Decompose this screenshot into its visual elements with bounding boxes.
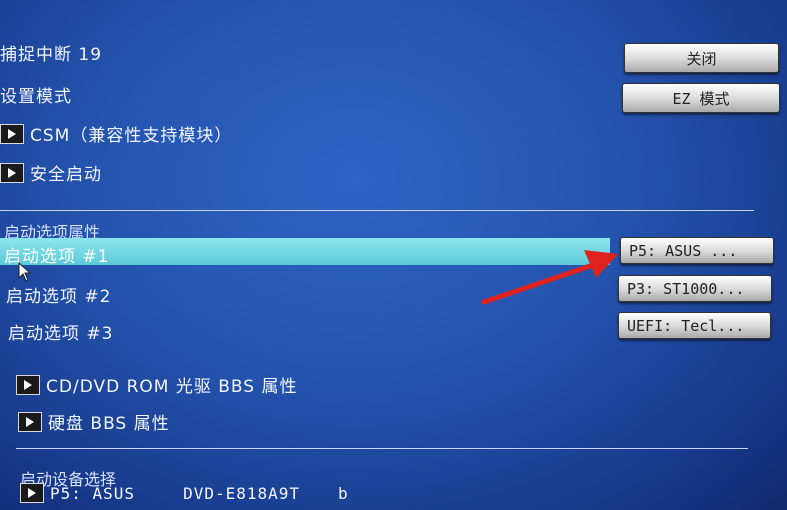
boot-option-1-select[interactable]: P5: ASUS ...: [620, 237, 774, 264]
secure-boot-submenu[interactable]: 安全启动: [0, 160, 102, 185]
boot-option-2-label[interactable]: 启动选项 #2: [6, 282, 111, 307]
boot-option-2-select[interactable]: P3: ST1000...: [618, 275, 772, 302]
submenu-arrow-icon: [16, 374, 40, 395]
boot-device-item[interactable]: P5: ASUS DVD-E818A9T b: [20, 483, 349, 503]
hdd-bbs-label: 硬盘 BBS 属性: [48, 414, 170, 434]
submenu-arrow-icon: [0, 123, 24, 144]
red-arrow-icon: [481, 250, 618, 305]
csm-submenu[interactable]: CSM（兼容性支持模块）: [0, 121, 232, 146]
divider: [16, 448, 748, 449]
hdd-bbs-submenu[interactable]: 硬盘 BBS 属性: [18, 409, 170, 434]
close-button[interactable]: 关闭: [624, 43, 779, 73]
csm-label: CSM（兼容性支持模块）: [30, 126, 233, 146]
ez-mode-button[interactable]: EZ 模式: [622, 83, 780, 113]
intercept-label: 捕捉中断 19: [0, 45, 103, 65]
secure-boot-label: 安全启动: [30, 165, 102, 185]
boot-option-3-label[interactable]: 启动选项 #3: [8, 319, 113, 344]
submenu-arrow-icon: [0, 162, 24, 183]
mouse-cursor-icon: [18, 262, 32, 282]
boot-device-suffix: b: [338, 483, 349, 503]
boot-device-port: P5: ASUS: [50, 483, 136, 503]
divider: [0, 210, 754, 211]
boot-device-model: DVD-E818A9T: [183, 483, 301, 503]
submenu-arrow-icon: [18, 411, 42, 432]
boot-option-3-select[interactable]: UEFI: Tecl...: [618, 312, 771, 339]
cd-dvd-bbs-submenu[interactable]: CD/DVD ROM 光驱 BBS 属性: [16, 372, 298, 397]
cd-dvd-bbs-label: CD/DVD ROM 光驱 BBS 属性: [46, 377, 298, 397]
submenu-arrow-icon: [20, 483, 44, 503]
setup-mode-label: 设置模式: [0, 87, 72, 107]
